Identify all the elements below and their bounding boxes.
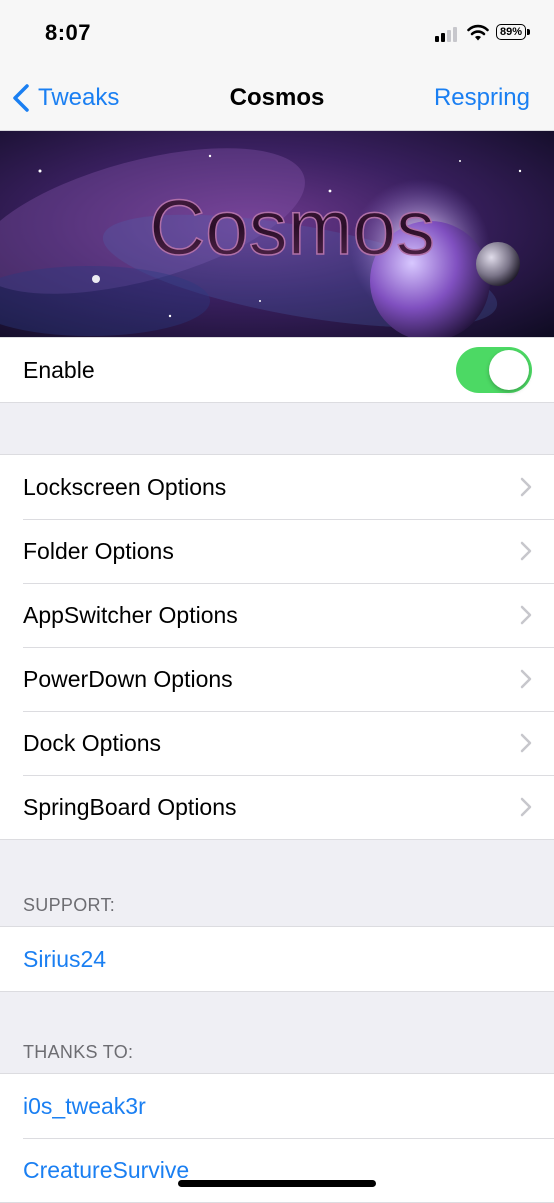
chevron-right-icon	[520, 477, 532, 497]
support-link-row[interactable]: Sirius24	[0, 927, 554, 991]
enable-group: Enable	[0, 337, 554, 403]
option-label: Dock Options	[23, 729, 162, 756]
option-label: Lockscreen Options	[23, 473, 227, 500]
enable-toggle[interactable]	[456, 347, 532, 393]
option-label: PowerDown Options	[23, 665, 233, 692]
chevron-right-icon	[520, 797, 532, 817]
status-time: 8:07	[45, 20, 92, 45]
respring-button[interactable]: Respring	[434, 84, 530, 112]
status-bar: 8:07 89%	[0, 0, 554, 66]
back-button-label: Tweaks	[38, 84, 120, 111]
support-section-header: SUPPORT:	[23, 895, 116, 915]
home-indicator[interactable]	[178, 1180, 376, 1187]
thanks-link[interactable]: i0s_tweak3r	[23, 1093, 146, 1120]
chevron-right-icon	[520, 733, 532, 753]
thanks-link[interactable]: CreatureSurvive	[23, 1157, 189, 1184]
wifi-icon	[467, 24, 489, 42]
support-group: Sirius24	[0, 926, 554, 992]
header-banner: Cosmos	[0, 131, 554, 337]
option-row-powerdown[interactable]: PowerDown Options	[0, 647, 554, 711]
back-button[interactable]: Tweaks	[12, 82, 119, 114]
chevron-right-icon	[520, 669, 532, 689]
battery-percent: 89%	[496, 24, 526, 40]
banner-logo-text: Cosmos	[149, 183, 435, 271]
enable-row: Enable	[0, 338, 554, 402]
option-row-folder[interactable]: Folder Options	[0, 519, 554, 583]
thanks-link-row[interactable]: CreatureSurvive	[0, 1138, 554, 1202]
chevron-left-icon	[13, 84, 29, 112]
cellular-signal-icon	[435, 26, 461, 42]
support-link[interactable]: Sirius24	[23, 946, 106, 973]
toggle-knob	[489, 350, 529, 390]
option-row-lockscreen[interactable]: Lockscreen Options	[0, 455, 554, 519]
enable-label: Enable	[23, 356, 95, 383]
thanks-link-row[interactable]: i0s_tweak3r	[0, 1074, 554, 1138]
option-row-appswitcher[interactable]: AppSwitcher Options	[0, 583, 554, 647]
option-row-springboard[interactable]: SpringBoard Options	[0, 775, 554, 839]
option-label: SpringBoard Options	[23, 793, 237, 820]
option-label: AppSwitcher Options	[23, 601, 238, 628]
option-row-dock[interactable]: Dock Options	[0, 711, 554, 775]
navigation-bar: Tweaks Cosmos Respring	[0, 66, 554, 131]
option-label: Folder Options	[23, 537, 174, 564]
battery-icon: 89%	[496, 24, 530, 42]
chevron-right-icon	[520, 541, 532, 561]
thanks-section-header: THANKS TO:	[23, 1042, 134, 1062]
chevron-right-icon	[520, 605, 532, 625]
options-group: Lockscreen Options Folder Options AppSwi…	[0, 454, 554, 840]
